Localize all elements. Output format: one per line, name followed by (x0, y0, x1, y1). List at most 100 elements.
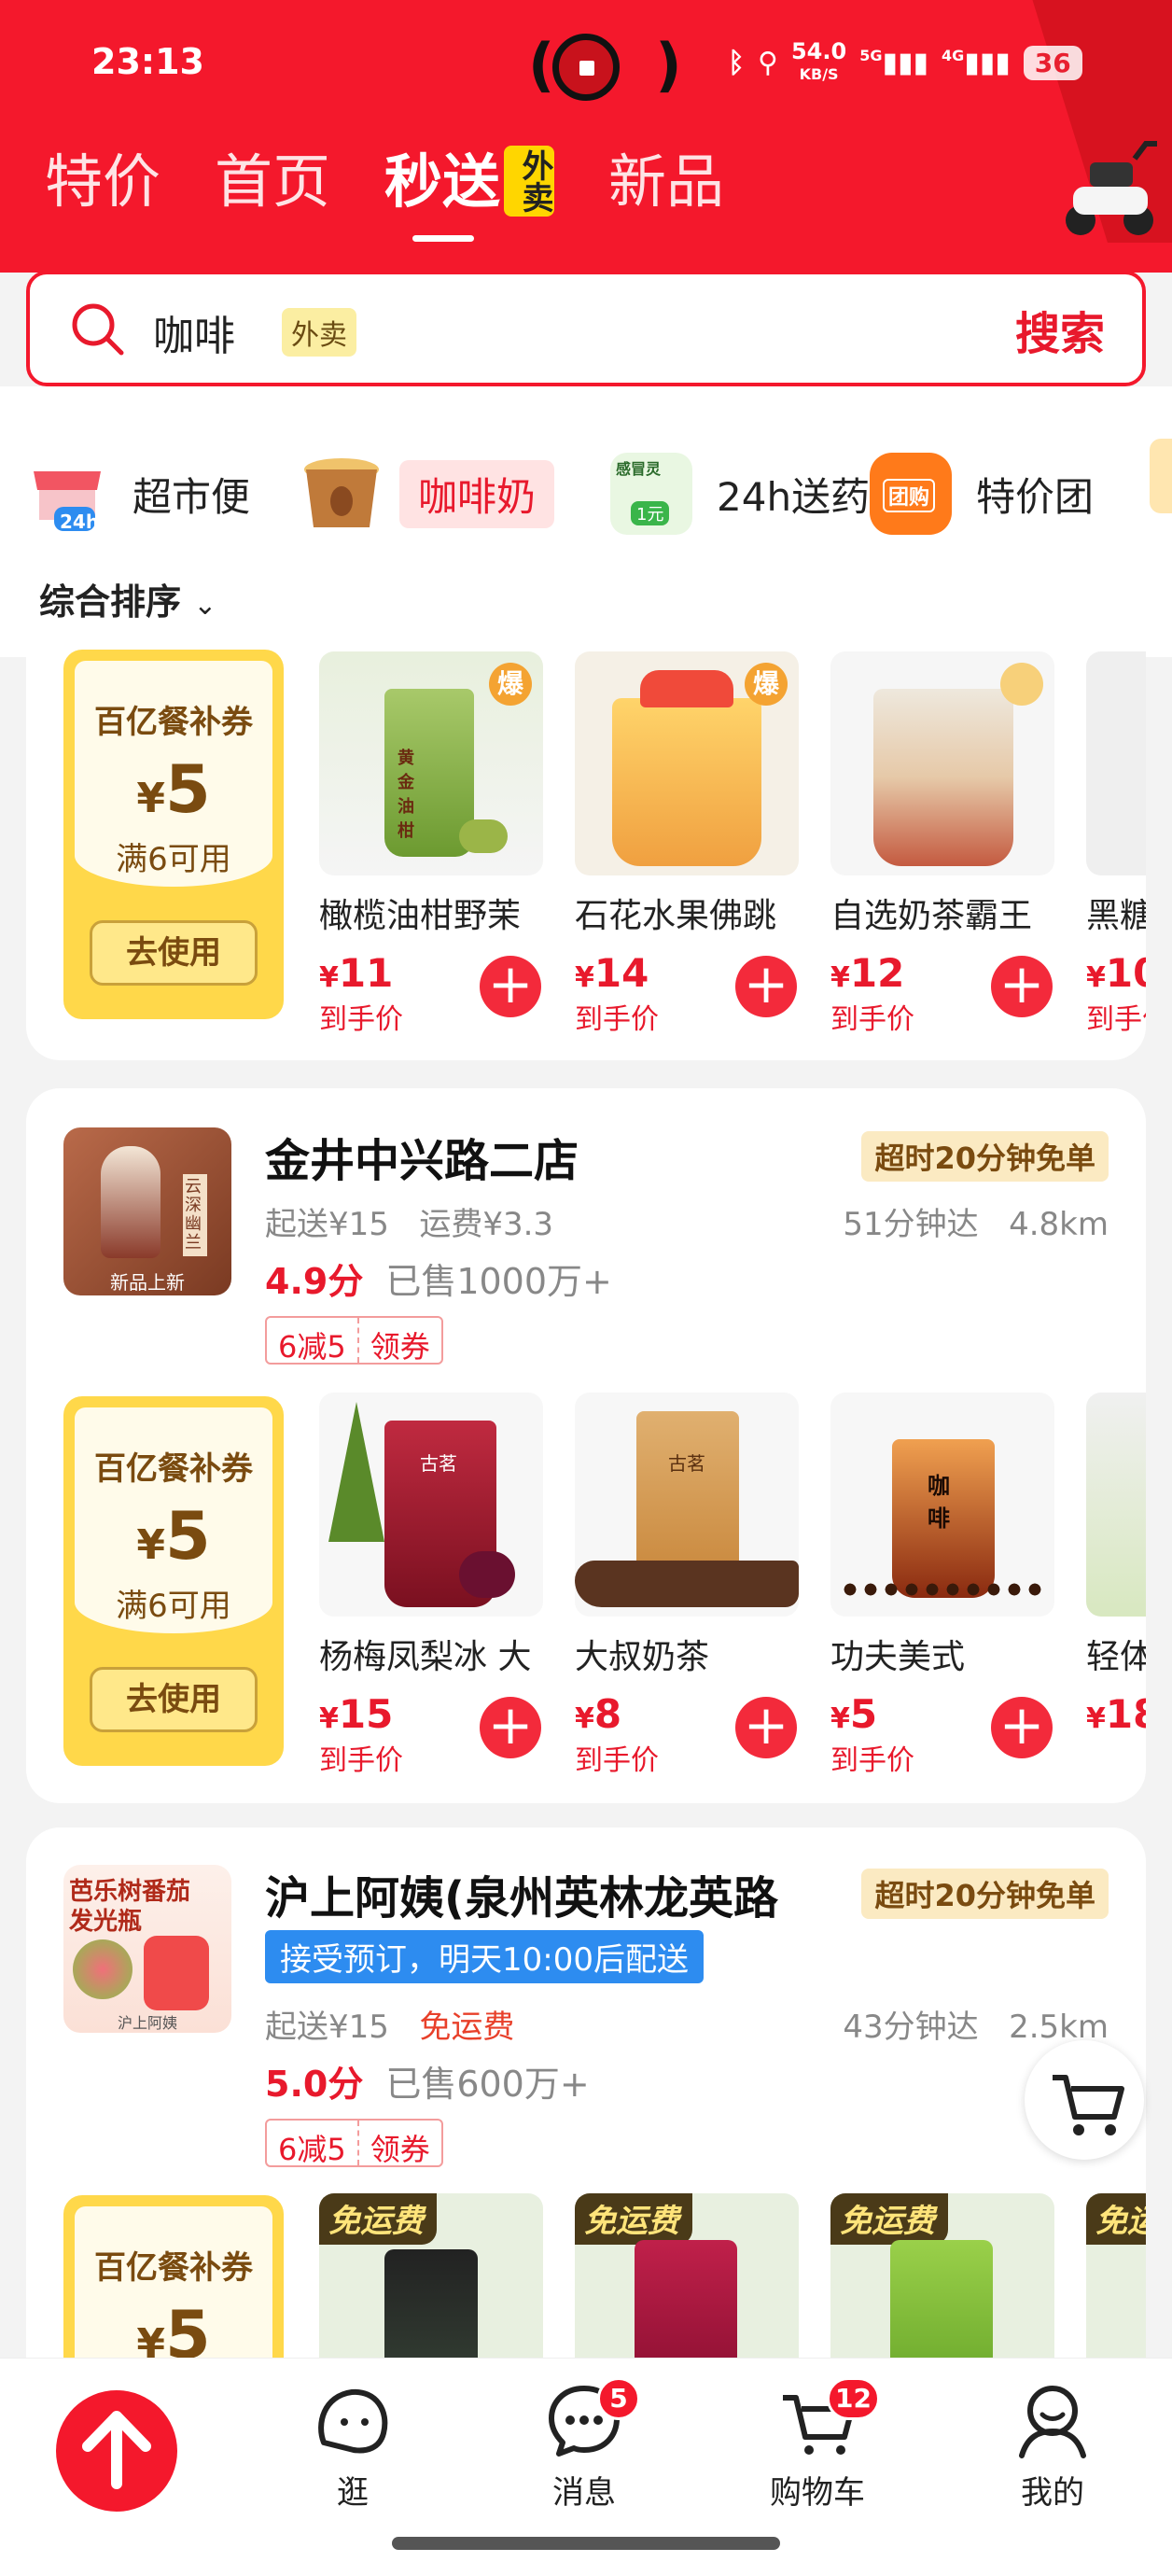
nav-cart[interactable]: 购物车 12 (743, 2377, 892, 2513)
logo-brand: 沪上阿姨 (117, 2014, 177, 2032)
add-to-cart-button[interactable]: + (991, 956, 1053, 1017)
location-icon: ⚲ (758, 47, 778, 79)
coupon-claim[interactable]: 领券 (356, 2121, 441, 2167)
sort-dropdown[interactable]: 综合排序 ⌄ (39, 573, 216, 624)
cup-brand: 咖啡 (928, 1473, 950, 1532)
drink-cup (612, 698, 761, 866)
product-price-value: 5 (849, 1691, 878, 1737)
supermarket-badge: 24h (60, 511, 100, 533)
add-to-cart-button[interactable]: + (480, 1697, 541, 1758)
search-query[interactable]: 咖啡 (153, 302, 235, 362)
product-image (1086, 1393, 1146, 1617)
score: 5.0分 (265, 2064, 364, 2105)
shop-meta: 起送¥15 运费¥3.3 (265, 1198, 553, 1244)
product-name: 杨梅凤梨冰 大 (319, 1638, 532, 1676)
product-card[interactable]: 爆 石花水果佛跳 ¥14 到手价 + (575, 651, 799, 1037)
category-coffee-milk[interactable]: 咖啡奶 (300, 433, 555, 554)
add-to-cart-button[interactable]: + (480, 956, 541, 1017)
signal-4g-label: 4G (942, 47, 965, 64)
tab-special[interactable]: 特价 (45, 149, 160, 215)
category-supermarket[interactable]: 24h 超市便 (26, 433, 250, 554)
nav-messages[interactable]: 消息 5 (509, 2377, 659, 2513)
product-card[interactable]: 轻体 ¥18 (1086, 1393, 1146, 1737)
voucher-inner: 百亿餐补券 ¥5 满6可用 (75, 661, 272, 887)
voucher-use-button[interactable]: 去使用 (90, 1667, 258, 1732)
shop-distance: 51分钟达 4.8km (843, 1198, 1109, 1244)
chevron-down-icon: ⌄ (193, 589, 217, 622)
search-button[interactable]: 搜索 (1015, 297, 1105, 362)
product-price-value: 8 (593, 1691, 622, 1737)
search-query-tag: 外卖 (282, 308, 356, 357)
shop-name[interactable]: 沪上阿姨(泉州英林龙英路 (265, 1861, 778, 1926)
delivery-fee: 运费¥3.3 (419, 1206, 554, 1243)
signal-5g-label: 5G (859, 47, 883, 64)
shop-card-3[interactable]: 芭乐树番茄 发光瓶 沪上阿姨 沪上阿姨(泉州英林龙英路 超时20分钟免单 接受预… (26, 1827, 1146, 2425)
eta: 51分钟达 (843, 1206, 979, 1243)
product-price: ¥18 (1086, 1691, 1146, 1737)
product-card[interactable]: 古茗 大叔奶茶 ¥8 到手价 + (575, 1393, 799, 1778)
system-icons: ᛒ ⚲ 54.0 KB/S 5G▮▮▮ 4G▮▮▮ 36 (728, 40, 1082, 85)
status-time: 23:13 (91, 41, 204, 82)
product-image: 古茗 (319, 1393, 543, 1617)
voucher-title: 百亿餐补券 (94, 2249, 253, 2287)
nav-label: 我的 (1021, 2474, 1084, 2512)
product-name: 自选奶茶霸王 (830, 897, 1033, 935)
shop-name[interactable]: 金井中兴路二店 (265, 1124, 579, 1189)
product-name: 黑糖 (1086, 897, 1146, 935)
supermarket-icon: 24h (26, 453, 108, 535)
bluetooth-icon: ᛒ (728, 47, 745, 79)
bottle-icon (144, 1936, 209, 2010)
category-group-buy[interactable]: 团购 特价团 (870, 433, 1094, 554)
hot-badge: 爆 (745, 663, 788, 706)
category-label-highlighted: 咖啡奶 (399, 459, 555, 528)
home-indicator[interactable] (392, 2537, 780, 2550)
medicine-mini-label: 感冒灵 (616, 460, 662, 478)
product-price-value: 15 (338, 1691, 394, 1737)
voucher-use-button[interactable]: 去使用 (90, 920, 258, 986)
add-to-cart-button[interactable]: + (735, 956, 797, 1017)
shop-card-2[interactable]: 云深幽兰 新品上新 金井中兴路二店 超时20分钟免单 起送¥15 运费¥3.3 … (26, 1088, 1146, 1803)
category-medicine[interactable]: 感冒灵 1元 24h送药 (610, 433, 870, 554)
product-card[interactable]: 黄金油柑 爆 橄榄油柑野茉 ¥11 到手价 + (319, 651, 543, 1037)
product-card[interactable]: 古茗 杨梅凤梨冰 大 ¥15 到手价 + (319, 1393, 543, 1778)
coffee-cup-icon (300, 453, 383, 535)
tab-new[interactable]: 新品 (608, 149, 724, 215)
fruit-topping (640, 670, 733, 707)
product-card[interactable]: 自选奶茶霸王 ¥12 到手价 + (830, 651, 1054, 1037)
nav-browse[interactable]: 逛 (278, 2377, 427, 2513)
free-shipping-tag: 免运费 (575, 2193, 692, 2245)
arrow-up-icon (82, 2411, 151, 2489)
cart-icon (1053, 2075, 1124, 2135)
nav-profile[interactable]: 我的 (978, 2377, 1127, 2513)
coupon-chip[interactable]: 6减5 领券 (265, 1316, 443, 1365)
min-order: 起送¥15 (265, 2009, 389, 2046)
tab-home[interactable]: 首页 (215, 149, 330, 215)
product-card[interactable]: 黑糖 ¥10 到手价 (1086, 651, 1146, 1037)
cup-brand: 古茗 (420, 1452, 457, 1475)
product-image (830, 651, 1054, 875)
min-order: 起送¥15 (265, 1206, 389, 1243)
category-label: 24h送药 (717, 473, 871, 520)
product-card[interactable]: 咖啡 功夫美式 ¥5 到手价 + (830, 1393, 1054, 1778)
product-image: 古茗 (575, 1393, 799, 1617)
add-to-cart-button[interactable]: + (735, 1697, 797, 1758)
top-tabs: 特价 首页 秒送 外卖 新品 (45, 146, 778, 252)
coupon-claim[interactable]: 领券 (356, 1318, 441, 1365)
voucher-amount-value: 5 (164, 751, 211, 828)
timeout-refund-badge: 超时20分钟免单 (861, 1131, 1109, 1182)
back-to-top-button[interactable] (56, 2390, 177, 2512)
shop-rating: 4.9分 已售1000万+ (265, 1253, 612, 1304)
voucher-currency: ¥ (136, 1521, 165, 1569)
coupon-chip[interactable]: 6减5 领券 (265, 2119, 443, 2167)
price-label: 到手价 (1086, 1003, 1146, 1036)
pineapple-leaves (328, 1402, 384, 1542)
floating-cart-button[interactable] (1025, 2040, 1144, 2160)
shop-logo: 云深幽兰 新品上新 (63, 1127, 231, 1295)
shop-meta: 起送¥15 免运费 (265, 2001, 514, 2047)
coupon-amount: 6减5 (278, 1329, 346, 1365)
tab-instant-delivery[interactable]: 秒送 外卖 (384, 146, 555, 242)
add-to-cart-button[interactable]: + (991, 1697, 1053, 1758)
voucher-title: 百亿餐补券 (94, 704, 253, 741)
search-bar[interactable]: 咖啡 外卖 搜索 (26, 271, 1146, 386)
network-speed: 54.0 KB/S (791, 40, 846, 85)
